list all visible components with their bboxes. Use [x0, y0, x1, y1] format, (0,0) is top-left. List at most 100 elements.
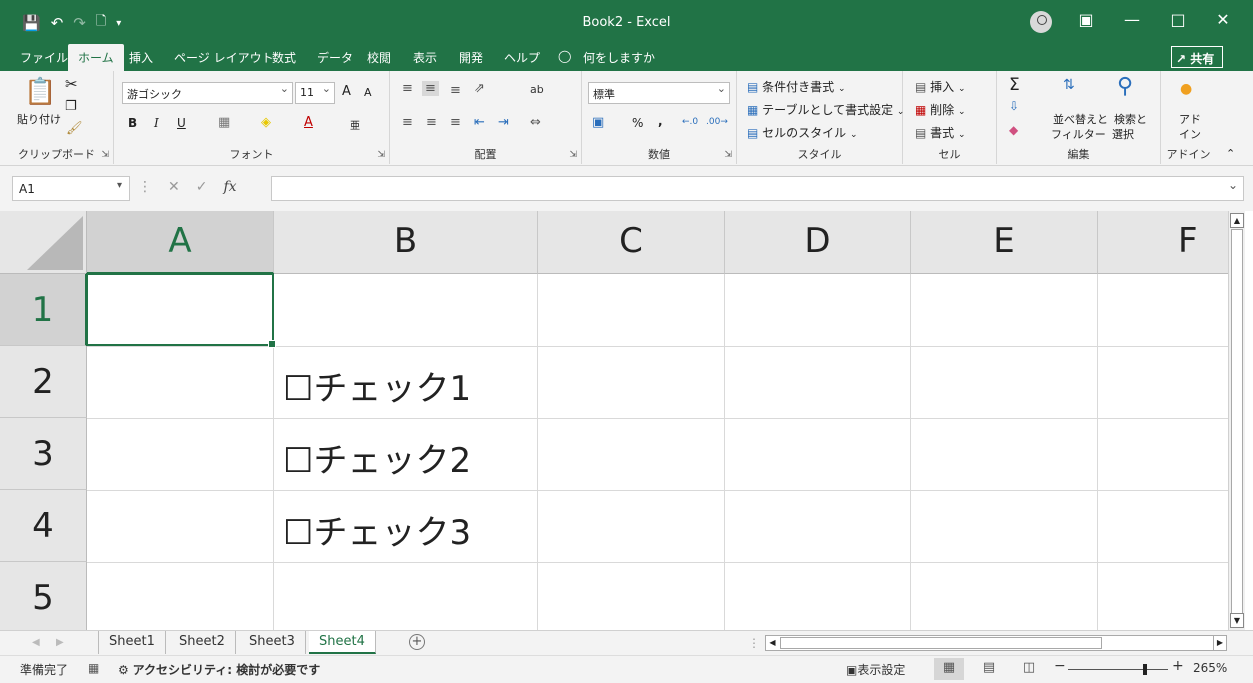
- percent-button[interactable]: %: [632, 116, 643, 130]
- scroll-up-icon[interactable]: ▲: [1230, 213, 1244, 228]
- sheet-tab-4[interactable]: Sheet4: [309, 631, 376, 654]
- cell-b3[interactable]: ☐チェック2: [283, 433, 471, 482]
- merge-center-icon[interactable]: ⇔: [530, 115, 541, 130]
- font-launcher-icon[interactable]: ⇲: [377, 150, 385, 160]
- bold-button[interactable]: B: [128, 116, 137, 130]
- find-select-button-line2[interactable]: 選択: [1112, 126, 1134, 142]
- copy-icon[interactable]: ❐: [65, 99, 77, 114]
- worksheet-grid[interactable]: A B C D E F 1 2 3 4 5 ☐チェック1 ☐チェック2 ☐チェッ…: [0, 211, 1228, 630]
- add-sheet-icon[interactable]: +: [409, 634, 425, 650]
- collapse-ribbon-icon[interactable]: ⌃: [1226, 147, 1235, 160]
- cut-icon[interactable]: ✂: [65, 75, 78, 93]
- row-header-4[interactable]: 4: [0, 490, 87, 562]
- row-header-3[interactable]: 3: [0, 418, 87, 490]
- normal-view-icon[interactable]: ▦: [934, 658, 964, 680]
- sort-filter-icon[interactable]: ⇅: [1063, 77, 1075, 93]
- grow-font-button[interactable]: A: [342, 84, 351, 99]
- addins-button[interactable]: アド: [1179, 111, 1201, 127]
- sheet-tab-2[interactable]: Sheet2: [169, 631, 236, 654]
- share-button[interactable]: ↗ 共有: [1171, 46, 1223, 68]
- italic-button[interactable]: I: [154, 116, 159, 130]
- enter-icon[interactable]: ✓: [196, 179, 208, 195]
- decrease-decimal-icon[interactable]: .00→: [706, 117, 728, 127]
- row-header-5[interactable]: 5: [0, 562, 87, 630]
- align-bottom-icon[interactable]: ≡: [450, 83, 461, 98]
- formula-input[interactable]: [271, 176, 1244, 201]
- scroll-down-icon[interactable]: ▼: [1230, 613, 1244, 628]
- display-settings-button[interactable]: ▣表示設定: [846, 661, 905, 678]
- format-painter-icon[interactable]: 🖌: [66, 121, 83, 136]
- split-handle-icon[interactable]: ⋮: [748, 636, 760, 650]
- column-header-e[interactable]: E: [911, 211, 1098, 274]
- align-middle-icon[interactable]: ≡: [422, 81, 439, 96]
- find-select-button[interactable]: 検索と: [1114, 111, 1147, 127]
- horizontal-scroll-thumb[interactable]: [780, 637, 1102, 649]
- zoom-in-icon[interactable]: +: [1172, 658, 1184, 674]
- format-cells-button[interactable]: ▤ 書式 ⌄: [915, 124, 966, 141]
- scroll-left-icon[interactable]: ◀: [766, 636, 779, 650]
- cell-b2[interactable]: ☐チェック1: [283, 361, 471, 410]
- row-header-2[interactable]: 2: [0, 346, 87, 418]
- font-size-select[interactable]: 11: [295, 82, 335, 104]
- alignment-launcher-icon[interactable]: ⇲: [569, 150, 577, 160]
- column-header-d[interactable]: D: [725, 211, 911, 274]
- select-all-button[interactable]: [0, 211, 87, 274]
- zoom-out-icon[interactable]: −: [1054, 658, 1066, 674]
- tab-formulas[interactable]: 数式: [272, 49, 296, 66]
- sort-filter-button-line2[interactable]: フィルター: [1051, 126, 1106, 142]
- cell-styles-button[interactable]: ▤ セルのスタイル ⌄: [747, 124, 858, 141]
- tell-me-search[interactable]: 何をしますか: [583, 49, 655, 66]
- page-break-view-icon[interactable]: ◫: [1014, 658, 1044, 680]
- insert-cells-button[interactable]: ▤ 挿入 ⌄: [915, 78, 966, 95]
- clear-icon[interactable]: ◆: [1009, 123, 1018, 137]
- paste-button[interactable]: 貼り付け: [17, 111, 61, 127]
- phonetic-button[interactable]: 亜: [350, 117, 360, 132]
- close-icon[interactable]: ✕: [1208, 10, 1238, 29]
- vertical-scrollbar[interactable]: ▲ ▼: [1228, 211, 1245, 630]
- minimize-icon[interactable]: —: [1117, 10, 1147, 29]
- number-format-select[interactable]: 標準: [588, 82, 730, 104]
- insert-function-button[interactable]: fx: [223, 179, 236, 195]
- tab-insert[interactable]: 挿入: [129, 49, 153, 66]
- vertical-scroll-thumb[interactable]: [1231, 229, 1243, 614]
- name-box-dropdown-icon[interactable]: ▾: [117, 180, 122, 191]
- selected-cell-a1[interactable]: [86, 273, 276, 348]
- avatar[interactable]: [1030, 11, 1052, 33]
- accounting-format-icon[interactable]: ▣: [592, 115, 604, 130]
- zoom-slider[interactable]: [1068, 664, 1168, 675]
- clipboard-launcher-icon[interactable]: ⇲: [101, 150, 109, 160]
- underline-button[interactable]: U: [177, 116, 186, 130]
- addins-button-line2[interactable]: イン: [1179, 126, 1201, 142]
- decrease-indent-icon[interactable]: ⇤: [474, 115, 485, 130]
- delete-cells-button[interactable]: ▦ 削除 ⌄: [915, 101, 966, 118]
- tab-home[interactable]: ホーム: [68, 44, 124, 71]
- sheet-next-icon[interactable]: ▶: [56, 637, 64, 648]
- cell-b4[interactable]: ☐チェック3: [283, 505, 471, 554]
- shrink-font-button[interactable]: A: [364, 86, 372, 99]
- cancel-icon[interactable]: ✕: [168, 179, 180, 195]
- tab-file[interactable]: ファイル: [20, 49, 68, 66]
- align-center-icon[interactable]: ≡: [426, 115, 437, 130]
- macro-record-icon[interactable]: ▦: [88, 661, 99, 675]
- paste-icon[interactable]: 📋: [24, 77, 56, 107]
- tab-help[interactable]: ヘルプ: [504, 49, 540, 66]
- addins-icon[interactable]: ●: [1180, 81, 1192, 97]
- format-as-table-button[interactable]: ▦ テーブルとして書式設定 ⌄: [747, 101, 904, 118]
- increase-decimal-icon[interactable]: ←.0: [682, 117, 698, 127]
- fill-color-icon[interactable]: ◈: [261, 115, 271, 130]
- sheet-tab-1[interactable]: Sheet1: [98, 631, 166, 654]
- tab-data[interactable]: データ: [317, 49, 353, 66]
- ribbon-display-icon[interactable]: ▣: [1071, 10, 1101, 29]
- number-launcher-icon[interactable]: ⇲: [724, 150, 732, 160]
- scroll-right-icon[interactable]: ▶: [1213, 636, 1226, 650]
- sheet-prev-icon[interactable]: ◀: [32, 637, 40, 648]
- tab-view[interactable]: 表示: [413, 49, 437, 66]
- border-icon[interactable]: ▦: [218, 115, 230, 130]
- fill-icon[interactable]: ⇩: [1009, 99, 1019, 113]
- autosum-button[interactable]: Σ: [1009, 75, 1020, 95]
- conditional-formatting-button[interactable]: ▤ 条件付き書式 ⌄: [747, 78, 846, 95]
- wrap-text-button[interactable]: ab: [530, 83, 544, 96]
- zoom-slider-knob[interactable]: [1143, 664, 1147, 675]
- accessibility-status[interactable]: ⚙ アクセシビリティ: 検討が必要です: [118, 661, 320, 678]
- horizontal-scrollbar[interactable]: ◀ ▶: [765, 635, 1227, 651]
